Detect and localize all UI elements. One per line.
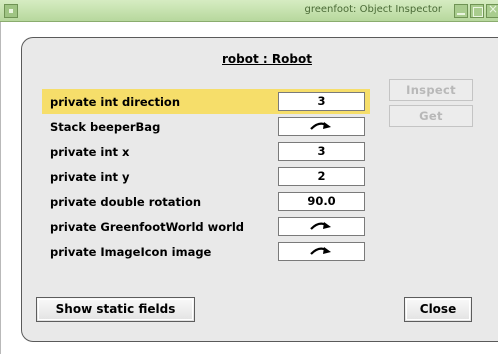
- field-name: private GreenfootWorld world: [50, 220, 244, 234]
- field-name: private ImageIcon image: [50, 245, 212, 259]
- field-value: 3: [278, 142, 365, 161]
- window-title: greenfoot: Object Inspector: [304, 4, 443, 15]
- field-name: private int direction: [50, 95, 181, 109]
- field-value: 3: [278, 92, 365, 111]
- field-row-x[interactable]: private int x 3: [42, 139, 370, 164]
- field-row-direction[interactable]: private int direction 3: [42, 89, 370, 114]
- field-value: [278, 117, 365, 136]
- field-value: 90.0: [278, 192, 365, 211]
- field-name: private int y: [50, 170, 130, 184]
- object-reference-arrow-icon: [309, 247, 331, 255]
- field-value: [278, 242, 365, 261]
- object-heading: robot : Robot: [222, 52, 312, 66]
- show-static-fields-button[interactable]: Show static fields: [36, 297, 195, 322]
- field-value: 2: [278, 167, 365, 186]
- minimize-icon[interactable]: [454, 4, 468, 18]
- field-row-beeperbag[interactable]: Stack beeperBag: [42, 114, 370, 139]
- field-value: [278, 217, 365, 236]
- field-name: private int x: [50, 145, 130, 159]
- field-row-y[interactable]: private int y 2: [42, 164, 370, 189]
- field-name: private double rotation: [50, 195, 202, 209]
- get-button[interactable]: Get: [389, 105, 473, 127]
- close-window-icon[interactable]: [486, 2, 498, 18]
- object-reference-arrow-icon: [309, 222, 331, 230]
- field-name: Stack beeperBag: [50, 120, 161, 134]
- close-button[interactable]: Close: [404, 297, 472, 322]
- field-row-world[interactable]: private GreenfootWorld world: [42, 214, 370, 239]
- window-menu-icon[interactable]: [4, 4, 18, 18]
- object-reference-arrow-icon: [309, 122, 331, 130]
- inspector-panel: robot : Robot private int direction 3 St…: [21, 37, 498, 342]
- dialog-frame: robot : Robot private int direction 3 St…: [0, 22, 498, 354]
- maximize-icon[interactable]: [470, 4, 484, 18]
- window-titlebar[interactable]: greenfoot: Object Inspector: [0, 0, 498, 22]
- field-row-image[interactable]: private ImageIcon image: [42, 239, 370, 264]
- field-row-rotation[interactable]: private double rotation 90.0: [42, 189, 370, 214]
- inspect-button[interactable]: Inspect: [389, 79, 473, 101]
